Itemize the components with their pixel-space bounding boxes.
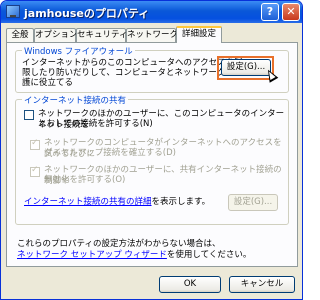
mouse-cursor-icon (263, 67, 279, 83)
dialup-checkbox[interactable] (30, 138, 40, 150)
properties-dialog: jamhouseのプロパティ ? ✕ 全般 オプション セキュリティ ネットワー… (0, 0, 303, 300)
footer-line1: これらのプロパティの設定方法がわからない場合は、 (17, 239, 221, 249)
close-button[interactable]: ✕ (282, 3, 300, 21)
ics-learn-more-link[interactable]: インターネット接続の共有の詳細 (24, 197, 152, 207)
advanced-tab-panel: Windows ファイアウォール インターネットからのこのコンピュータへのアクセ… (6, 42, 298, 267)
ics-learn-more: インターネット接続の共有の詳細を表示します。 (24, 197, 210, 208)
tab-general[interactable]: 全般 (6, 28, 34, 42)
footer-line2: ネットワーク セットアップ ウィザードを使用してください。 (17, 250, 251, 261)
title-bar[interactable]: jamhouseのプロパティ ? ✕ (1, 1, 302, 23)
firewall-description-line3: 護に役立てる (22, 78, 74, 88)
tab-advanced[interactable]: 詳細設定 (176, 26, 222, 43)
allow-sharing-label-line2[interactable]: とおしての接続を許可する(N) (38, 119, 153, 130)
footer-line2-suffix: を使用してください。 (166, 250, 252, 260)
ok-button[interactable]: OK (159, 276, 221, 293)
ics-group: インターネット接続の共有 ネットワークのほかのユーザーに、このコンピュータのイン… (15, 94, 289, 225)
window-title: jamhouseのプロパティ (24, 7, 150, 20)
tab-security[interactable]: セキュリティ (76, 28, 128, 42)
firewall-group: Windows ファイアウォール インターネットからのこのコンピュータへのアクセ… (15, 45, 289, 93)
ics-learn-more-suffix: を表示します。 (151, 197, 211, 207)
ics-settings-button[interactable]: 設定(G)... (228, 194, 278, 211)
tab-network[interactable]: ネットワーク (126, 28, 178, 42)
allow-sharing-checkbox[interactable] (24, 110, 34, 120)
firewall-legend: Windows ファイアウォール (22, 45, 135, 57)
network-connection-icon (6, 5, 20, 18)
allow-control-checkbox[interactable] (30, 165, 40, 177)
allow-control-label-line2: 無効化を許可する(O) (44, 175, 126, 185)
dialup-label-line2: ダイヤルアップ接続を確立する(D) (44, 148, 176, 158)
help-button[interactable]: ? (261, 3, 279, 21)
cancel-button[interactable]: キャンセル (229, 276, 295, 293)
ics-legend: インターネット接続の共有 (22, 94, 129, 106)
tab-options[interactable]: オプション (34, 28, 78, 42)
network-wizard-link[interactable]: ネットワーク セットアップ ウィザード (17, 250, 167, 260)
